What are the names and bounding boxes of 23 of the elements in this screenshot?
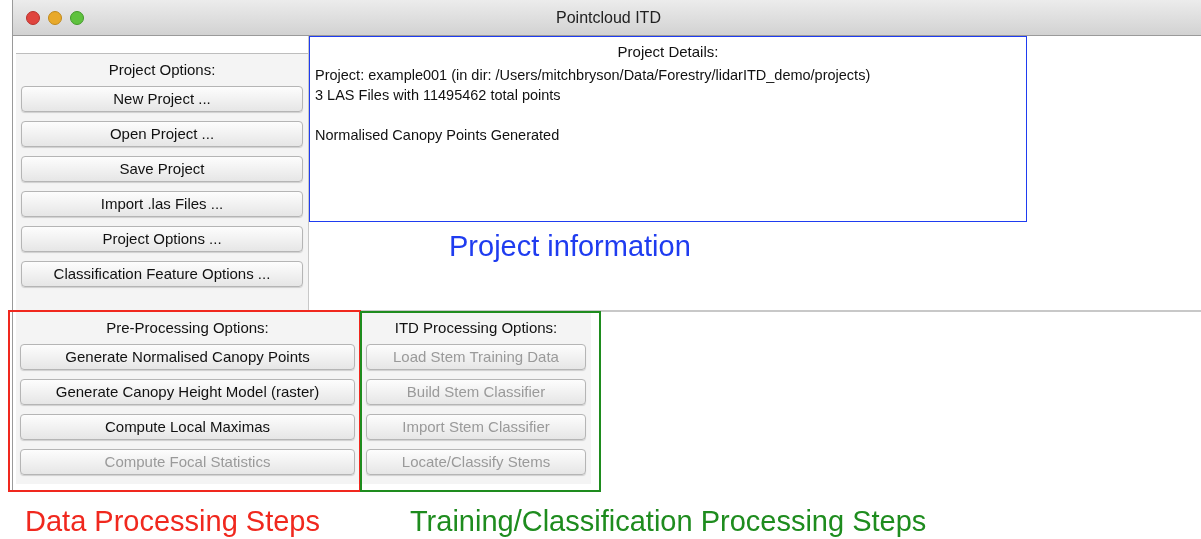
details-line: 3 LAS Files with 11495462 total points — [315, 86, 561, 105]
details-line: Project: example001 (in dir: /Users/mitchbryson/Data/Forestry/lidarITD_demo/projects) — [315, 66, 871, 85]
panel-heading: Project Options: — [108, 61, 216, 79]
action-button[interactable]: Generate Canopy Height Model (raster) — [20, 379, 355, 405]
panel-heading: ITD Processing Options: — [394, 319, 558, 337]
window-title: Pointcloud ITD — [556, 7, 661, 28]
action-button[interactable]: Classification Feature Options ... — [21, 261, 303, 287]
project-information-note: Project information — [449, 229, 691, 264]
data-processing-note: Data Processing Steps — [25, 504, 320, 539]
action-button[interactable]: Project Options ... — [21, 226, 303, 252]
action-button[interactable]: Generate Normalised Canopy Points — [20, 344, 355, 370]
details-line: Normalised Canopy Points Generated — [315, 126, 560, 145]
zoom-icon[interactable] — [70, 10, 84, 25]
panel-heading: Pre-Processing Options: — [106, 319, 269, 337]
action-button[interactable]: Compute Local Maximas — [20, 414, 355, 440]
action-button[interactable]: New Project ... — [21, 86, 303, 112]
training-classification-note: Training/Classification Processing Steps — [410, 504, 927, 539]
minimize-icon[interactable] — [48, 10, 62, 25]
close-icon[interactable] — [26, 10, 40, 25]
action-button[interactable]: Save Project — [21, 156, 303, 182]
details-heading: Project Details: — [616, 43, 720, 61]
action-button[interactable]: Import .las Files ... — [21, 191, 303, 217]
action-button[interactable]: Open Project ... — [21, 121, 303, 147]
